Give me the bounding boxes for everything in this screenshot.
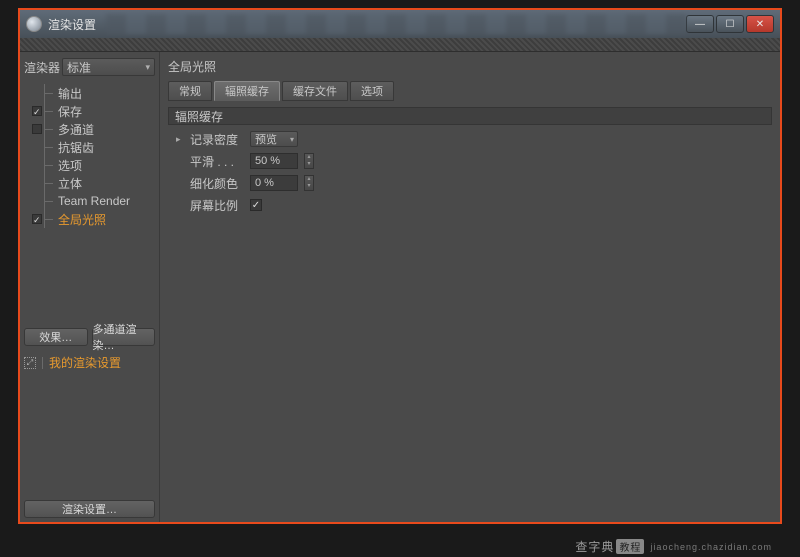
titlebar-blur-area (106, 14, 686, 34)
tree-item-antialiasing[interactable]: 抗锯齿 (24, 138, 155, 156)
tree-item-output[interactable]: 输出 (24, 84, 155, 102)
tab-irradiance-cache[interactable]: 辐照缓存 (214, 81, 280, 101)
tree-item-save[interactable]: 保存 (24, 102, 155, 120)
main-panel: 全局光照 常规 辐照缓存 缓存文件 选项 辐照缓存 ▸ 记录密度 预览 平滑 .… (160, 52, 780, 522)
checkbox-multipass[interactable] (32, 124, 42, 134)
record-density-dropdown[interactable]: 预览 (250, 131, 298, 147)
render-settings-footer-button[interactable]: 渲染设置… (24, 500, 155, 518)
app-icon (26, 16, 42, 32)
tab-general[interactable]: 常规 (168, 81, 212, 101)
tree-item-multipass[interactable]: 多通道 (24, 120, 155, 138)
my-settings-label: 我的渲染设置 (49, 354, 121, 371)
my-render-settings[interactable]: ⤢ 我的渲染设置 (24, 354, 155, 371)
content-area: 渲染器 标准 输出 保存 多通道 抗锯齿 选项 立体 Team Render 全… (20, 52, 780, 522)
param-record-density: ▸ 记录密度 预览 (176, 129, 772, 149)
renderer-dropdown[interactable]: 标准 (62, 58, 155, 76)
tree-item-stereo[interactable]: 立体 (24, 174, 155, 192)
sidebar: 渲染器 标准 输出 保存 多通道 抗锯齿 选项 立体 Team Render 全… (20, 52, 160, 522)
close-button[interactable]: ✕ (746, 15, 774, 33)
maximize-button[interactable]: ☐ (716, 15, 744, 33)
titlebar[interactable]: 渲染设置 — ☐ ✕ (20, 10, 780, 38)
disclosure-icon[interactable]: ▸ (176, 134, 184, 145)
params-group: ▸ 记录密度 预览 平滑 . . . 50 % ▴▾ 细化颜色 0 % ▴▾ (168, 129, 772, 215)
checkbox-gi[interactable] (32, 214, 42, 224)
tree-item-team-render[interactable]: Team Render (24, 192, 155, 210)
detail-color-label: 细化颜色 (190, 175, 244, 192)
main-title: 全局光照 (168, 58, 772, 75)
detail-color-spinner[interactable]: ▴▾ (304, 175, 314, 191)
param-screen-scale: 屏幕比例 (176, 195, 772, 215)
record-density-label: 记录密度 (190, 131, 244, 148)
tabs: 常规 辐照缓存 缓存文件 选项 (168, 81, 772, 101)
tab-cache-files[interactable]: 缓存文件 (282, 81, 348, 101)
dock-grip[interactable] (20, 38, 780, 52)
renderer-value: 标准 (67, 59, 91, 76)
watermark: 查字典 教程 jiaocheng.chazidian.com (575, 538, 772, 555)
screen-scale-checkbox[interactable] (250, 199, 262, 211)
window-title: 渲染设置 (48, 16, 96, 33)
screen-scale-label: 屏幕比例 (190, 197, 244, 214)
multipass-render-button[interactable]: 多通道渲染… (92, 328, 156, 346)
effects-button[interactable]: 效果… (24, 328, 88, 346)
group-header: 辐照缓存 (168, 107, 772, 125)
param-detail-color: 细化颜色 0 % ▴▾ (176, 173, 772, 193)
detail-color-input[interactable]: 0 % (250, 175, 298, 191)
minimize-button[interactable]: — (686, 15, 714, 33)
renderer-row: 渲染器 标准 (24, 58, 155, 76)
param-smoothing: 平滑 . . . 50 % ▴▾ (176, 151, 772, 171)
smoothing-spinner[interactable]: ▴▾ (304, 153, 314, 169)
tab-options[interactable]: 选项 (350, 81, 394, 101)
render-settings-window: 渲染设置 — ☐ ✕ 渲染器 标准 输出 保存 多通道 抗锯齿 选项 立体 (18, 8, 782, 524)
smoothing-input[interactable]: 50 % (250, 153, 298, 169)
sidebar-buttons-row: 效果… 多通道渲染… (24, 328, 155, 346)
renderer-label: 渲染器 (24, 59, 60, 76)
render-options-tree: 输出 保存 多通道 抗锯齿 选项 立体 Team Render 全局光照 (24, 84, 155, 228)
expand-icon[interactable]: ⤢ (24, 357, 36, 369)
window-controls: — ☐ ✕ (686, 15, 774, 33)
tree-item-options[interactable]: 选项 (24, 156, 155, 174)
tree-item-global-illumination[interactable]: 全局光照 (24, 210, 155, 228)
smoothing-label: 平滑 . . . (190, 153, 244, 170)
checkbox-save[interactable] (32, 106, 42, 116)
